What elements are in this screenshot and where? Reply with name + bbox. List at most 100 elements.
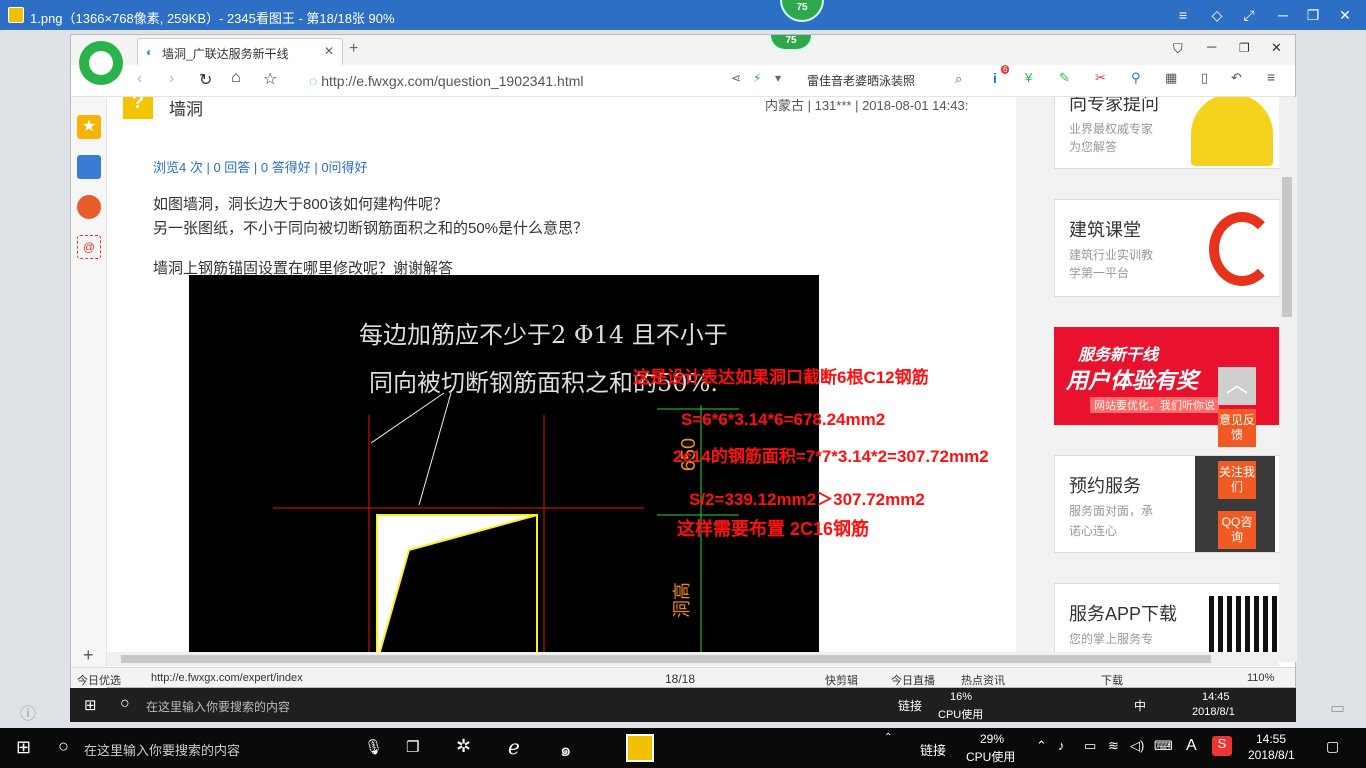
horizontal-scrollbar[interactable] (107, 652, 1279, 666)
task-view-icon[interactable]: ❐ (406, 738, 419, 756)
minimize-button[interactable]: ─ (1274, 6, 1292, 24)
inner-search-input[interactable]: 在这里输入你要搜索的内容 (146, 698, 290, 715)
inner-search-icon: ○ (120, 695, 130, 712)
app-download-card[interactable]: 服务APP下载 您的掌上服务专 (1054, 583, 1280, 662)
image-viewer-taskbar-icon[interactable] (626, 734, 654, 762)
pinwheel-icon[interactable]: ✲ (456, 736, 471, 757)
vertical-scrollbar[interactable] (1279, 97, 1295, 662)
address-bar[interactable]: ◌ http://e.fwxgx.com/question_1902341.ht… (309, 69, 779, 93)
skin-icon[interactable]: ◇ (1208, 6, 1226, 24)
taskbar-search-input[interactable]: 在这里输入你要搜索的内容 (84, 740, 240, 759)
zoom-level[interactable]: 110% (1247, 672, 1274, 684)
left-sidebar: ★ @ + (71, 97, 107, 689)
classroom-card[interactable]: 建筑课堂 建筑行业实训教 学第一平台 (1054, 199, 1280, 297)
ie-icon[interactable]: ℯ (508, 735, 520, 760)
back-to-top-icon[interactable]: ︿ (1218, 367, 1256, 405)
status-item-1[interactable]: 今日直播 (891, 672, 935, 688)
inner-date: 2018/8/1 (1192, 706, 1235, 718)
apps-icon[interactable]: ▦ (1165, 70, 1177, 86)
right-sidebar: 向专家提问 业界最权威专家 为您解答 建筑课堂 建筑行业实训教 学第一平台 服务… (1052, 97, 1282, 662)
clock-date: 2018/8/1 (1248, 748, 1295, 762)
browser-tab[interactable]: ◐ 墙洞_广联达服务新干线 ✕ (137, 38, 343, 65)
search-box[interactable]: 雷佳音老婆晒泳装照 (799, 69, 969, 93)
keyboard-icon[interactable]: ⌨ (1154, 738, 1173, 754)
ime-indicator[interactable]: A (1186, 737, 1197, 755)
lightning-icon[interactable]: ⚡ (753, 71, 761, 85)
annotation-1: 这是设计表达如果洞口截断6根C12钢筋 (633, 368, 929, 387)
restore-button[interactable]: ❐ (1304, 6, 1322, 24)
share-icon[interactable]: ⋖ (731, 71, 741, 85)
taskbar-link[interactable]: 链接 (920, 740, 946, 759)
today-pick[interactable]: 今日优选 (77, 672, 121, 688)
scissors-icon[interactable]: ✂ (1095, 70, 1106, 86)
bell-icon[interactable]: ♪ (1058, 738, 1065, 753)
cad-drawing-image[interactable]: 每边加筋应不少于2 Φ14 且不小于 同向被切断钢筋面积之和的50%. 650 … (189, 275, 819, 662)
forward-icon[interactable]: › (169, 70, 174, 88)
home-icon[interactable]: ⌂ (231, 69, 241, 87)
tab-close-icon[interactable]: ✕ (324, 44, 334, 58)
volume-icon[interactable]: ◁) (1130, 738, 1144, 754)
sogou-icon[interactable]: S (1212, 736, 1232, 756)
status-item-0[interactable]: 快剪辑 (825, 672, 858, 688)
magnifier-icon[interactable]: ⚲ (1131, 70, 1141, 86)
refresh-icon[interactable]: ↻ (199, 70, 212, 90)
fullscreen-icon[interactable]: ⤢ (1240, 6, 1258, 24)
plugin-badge: 6 (1001, 65, 1010, 74)
add-icon[interactable]: + (83, 645, 94, 666)
favorites-icon[interactable]: ★ (77, 115, 101, 139)
browser-minimize-button[interactable]: ─ (1207, 39, 1216, 54)
scroll-thumb[interactable] (1282, 177, 1292, 317)
browser-close-button[interactable]: ✕ (1271, 40, 1282, 56)
close-button[interactable]: ✕ (1336, 6, 1354, 24)
translate-icon[interactable]: ✎ (1059, 70, 1070, 86)
card-title: 预约服务 (1069, 476, 1141, 496)
undo-icon[interactable]: ↶ (1231, 70, 1242, 86)
cpu-label: CPU使用 (966, 750, 1016, 764)
back-icon[interactable]: ‹ (137, 70, 142, 88)
inner-start-icon[interactable]: ⊞ (84, 696, 97, 714)
weibo-icon[interactable] (77, 195, 101, 219)
browser-restore-button[interactable]: ❐ (1239, 41, 1250, 55)
tab-bar: ◐ 墙洞_广联达服务新干线 ✕ + ⛉ ─ ❐ ✕ (71, 35, 1295, 65)
info-icon[interactable]: ⓘ (20, 700, 36, 724)
browser-menu-icon[interactable]: ≡ (1267, 69, 1275, 85)
classroom-logo-icon (1209, 212, 1275, 286)
feedback-button[interactable]: 意见反馈 (1218, 409, 1256, 447)
dropdown-icon[interactable]: ▾ (775, 71, 781, 85)
search-circle-icon: ○ (58, 736, 69, 756)
phone-icon[interactable]: ▯ (1201, 70, 1208, 86)
viewer-title: 1.png（1366×768像素, 259KB）- 2345看图王 - 第18/… (30, 11, 395, 26)
card-title: 向专家提问 (1069, 97, 1159, 114)
ask-expert-card[interactable]: 向专家提问 业界最权威专家 为您解答 (1054, 97, 1280, 169)
notification-icon[interactable]: ▢ (1326, 738, 1339, 755)
wifi-icon[interactable]: ≋ (1108, 738, 1119, 754)
status-item-3[interactable]: 下载 (1101, 672, 1123, 688)
status-item-2[interactable]: 热点资讯 (961, 672, 1005, 688)
question-stats[interactable]: 浏览4 次 | 0 回答 | 0 答得好 | 0问得好 (153, 157, 368, 176)
folder-icon[interactable]: ▭ (1330, 698, 1345, 718)
overflow-up-icon[interactable]: ⌃ (884, 732, 892, 743)
dimension-label: 洞高 (672, 582, 692, 618)
yen-icon[interactable]: ¥ (1025, 70, 1032, 85)
follow-button[interactable]: 关注我们 (1218, 461, 1256, 499)
search-text: 雷佳音老婆晒泳装照 (807, 74, 916, 88)
mail-icon[interactable]: @ (77, 235, 101, 259)
shirt-icon[interactable]: ⛉ (1173, 41, 1183, 57)
news-icon[interactable] (77, 155, 101, 179)
search-icon[interactable]: ⌕ (955, 71, 962, 87)
card-sub: 建筑行业实训教 (1069, 248, 1154, 262)
nav-bar: ‹ › ↻ ⌂ ☆ ◌ http://e.fwxgx.com/question_… (71, 65, 1295, 97)
tray-up-icon[interactable]: ⌃ (1036, 738, 1047, 754)
battery-icon[interactable]: ▭ (1084, 738, 1096, 754)
menu-icon[interactable]: ≡ (1174, 6, 1192, 24)
plugin-icon[interactable]: i (993, 70, 997, 86)
qq-button[interactable]: QQ咨询 (1218, 511, 1256, 549)
start-icon[interactable]: ⊞ (16, 737, 31, 758)
h-scroll-thumb[interactable] (121, 655, 1211, 663)
inner-ime[interactable]: 中 (1134, 697, 1146, 714)
new-tab-button[interactable]: + (349, 40, 358, 58)
favorite-star-icon[interactable]: ☆ (263, 69, 277, 89)
inner-link[interactable]: 链接 (898, 697, 922, 714)
mic-icon[interactable]: 🎙 (364, 738, 383, 756)
spiral-icon[interactable]: ๑ (560, 735, 571, 764)
